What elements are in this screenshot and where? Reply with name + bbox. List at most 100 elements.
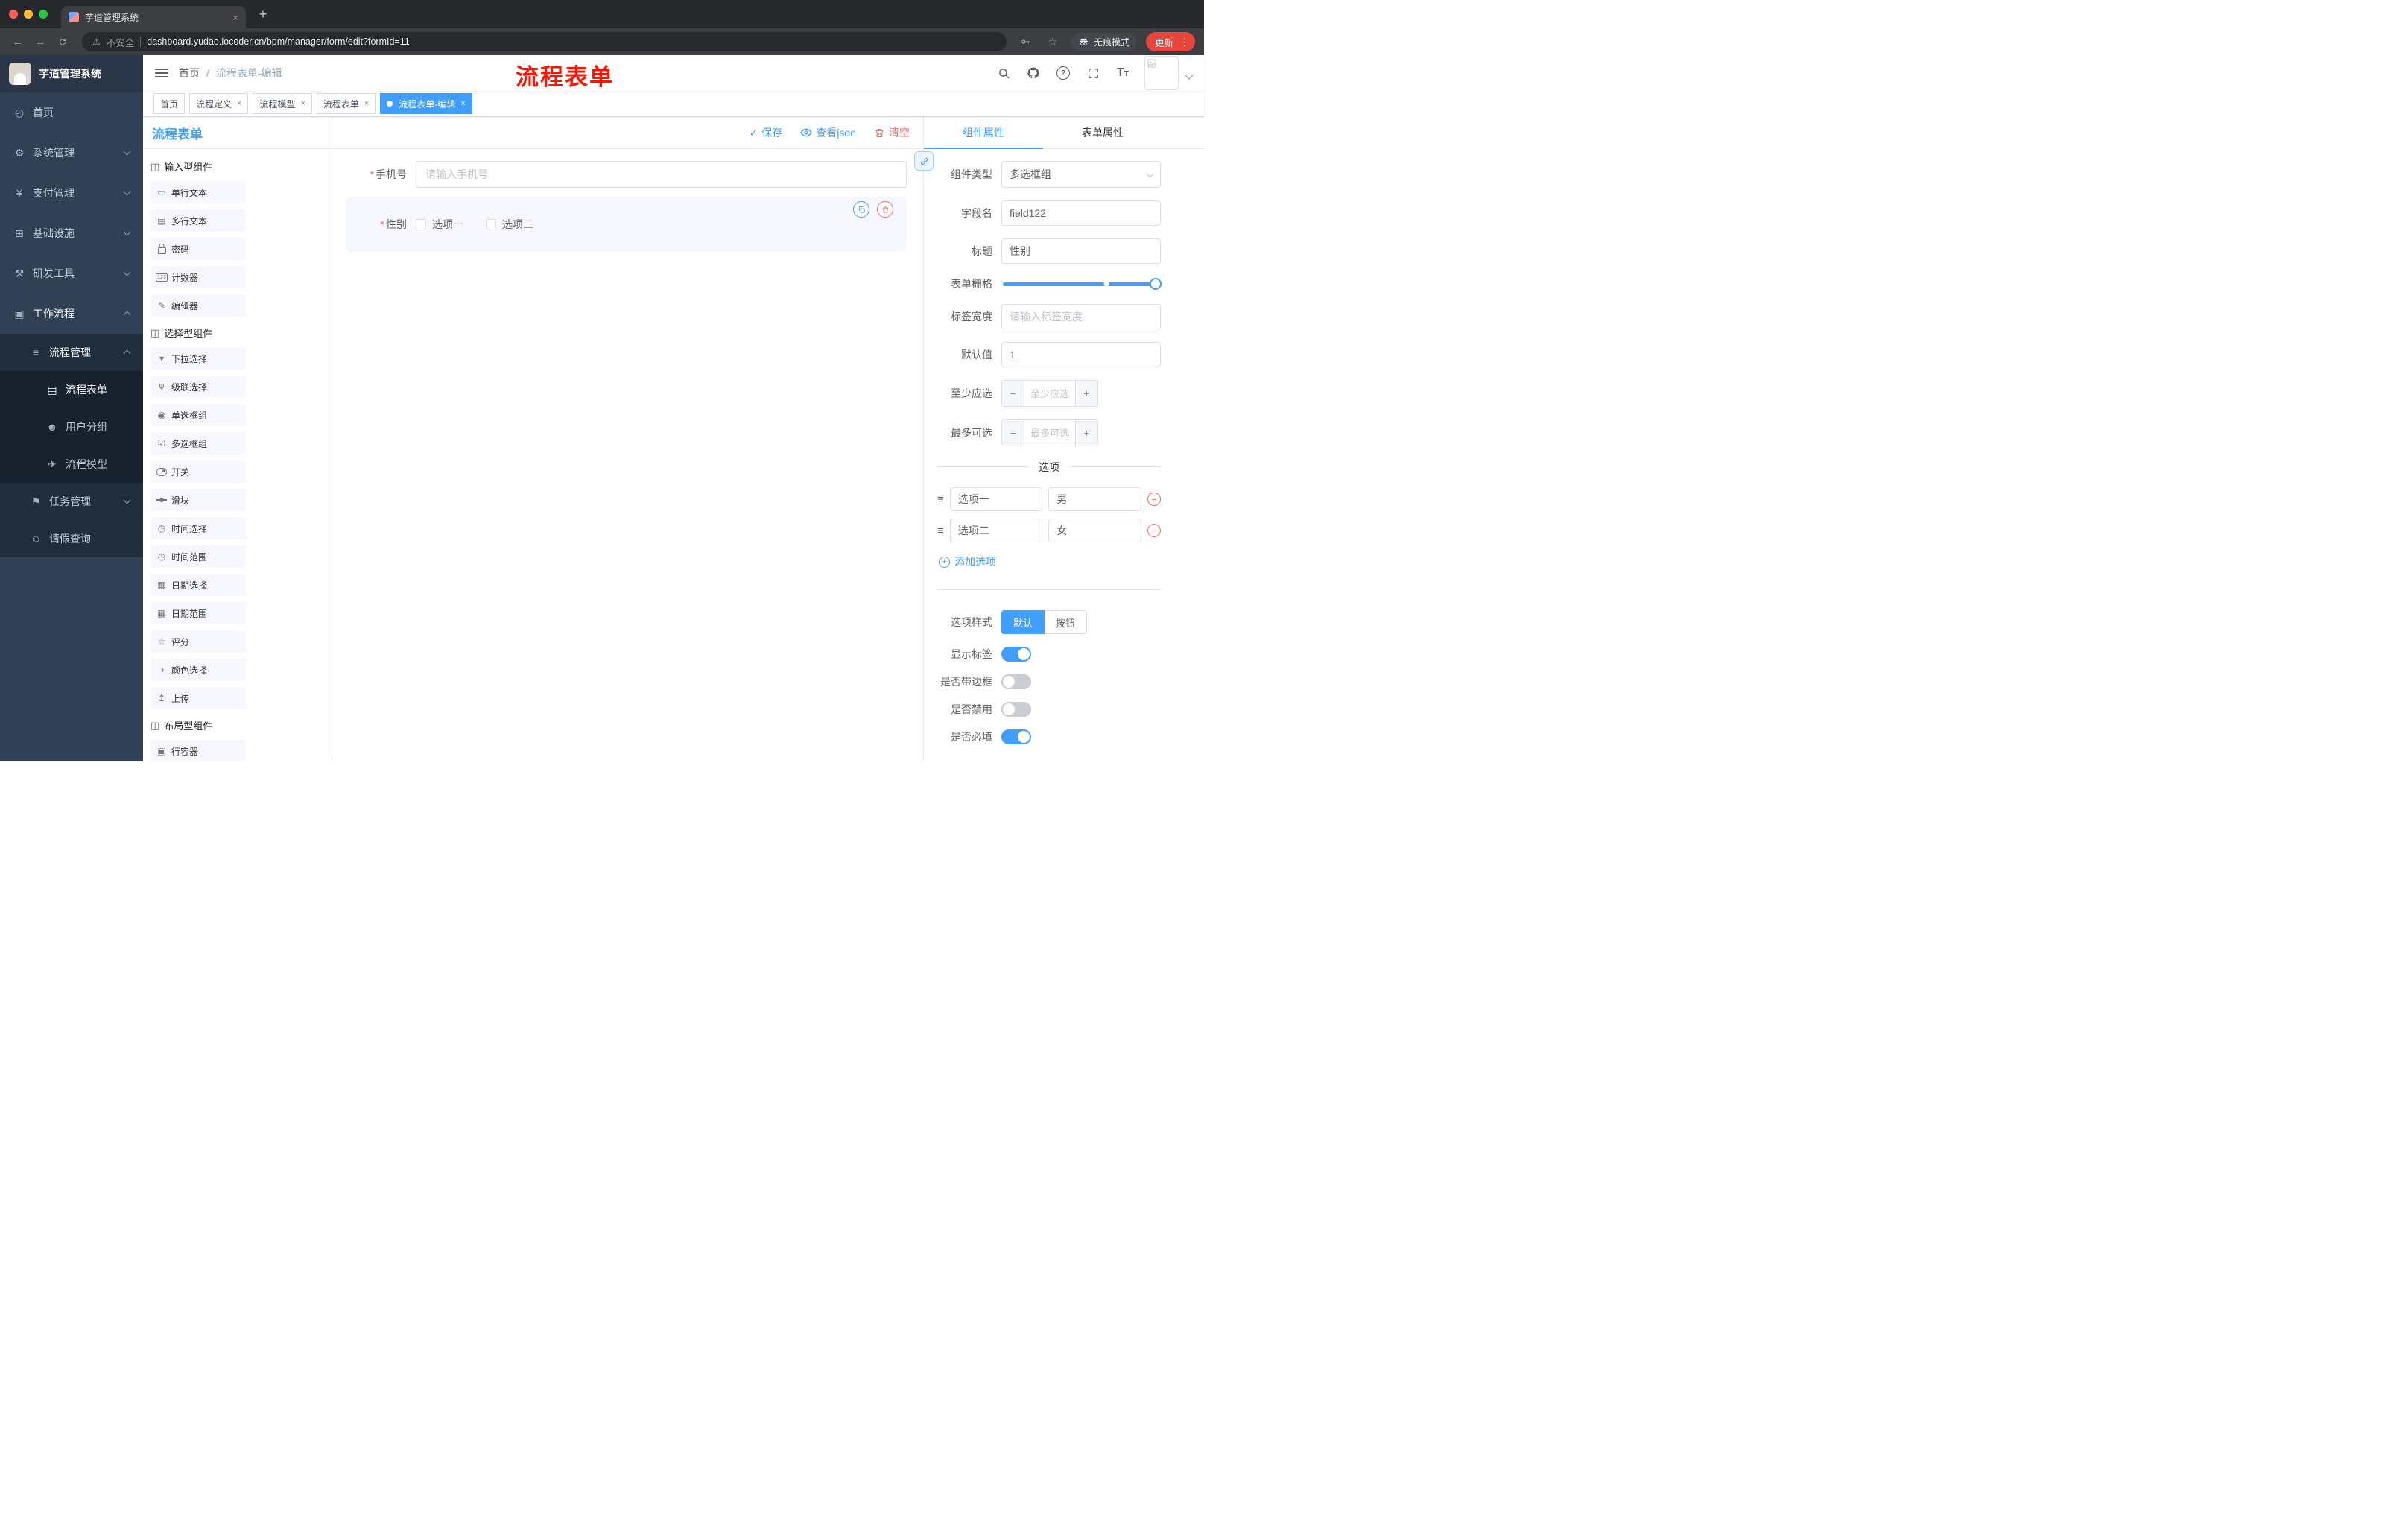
tag-process-form-edit[interactable]: 流程表单-编辑 × [380,93,472,114]
sidebar-item-process-model[interactable]: ✈ 流程模型 [0,446,143,483]
component-select[interactable]: ▾ 下拉选择 [150,347,246,370]
forward-icon[interactable]: → [31,33,49,51]
component-row-container[interactable]: ▣ 行容器 [150,740,246,762]
minimize-window-button[interactable] [24,10,33,19]
component-password[interactable]: 密码 [150,238,246,260]
option-2-label-input[interactable] [949,519,1043,542]
sidebar-item-process-form[interactable]: ▤ 流程表单 [0,371,143,408]
component-single-line-text[interactable]: ▭ 单行文本 [150,181,246,203]
option-2-value-input[interactable] [1048,519,1142,542]
component-time-range[interactable]: ◷ 时间范围 [150,545,246,568]
view-json-button[interactable]: 查看json [800,125,856,140]
close-icon[interactable]: × [364,99,369,108]
delete-field-button[interactable] [877,201,893,218]
option-1-label-input[interactable] [949,487,1043,511]
sidebar-item-home[interactable]: ◴ 首页 [0,92,143,133]
close-icon[interactable]: × [300,99,305,108]
save-button[interactable]: ✓ 保存 [750,125,783,140]
copy-field-button[interactable] [853,201,869,218]
sidebar-item-task-mgmt[interactable]: ⚑ 任务管理 [0,483,143,520]
browser-tab[interactable]: 芋道管理系统 × [61,6,246,28]
tag-process-form[interactable]: 流程表单 × [316,93,376,114]
default-value-input[interactable] [1001,342,1161,367]
form-canvas[interactable]: *手机号 *性别 [332,149,923,762]
minus-icon[interactable]: − [1002,381,1024,406]
gender-option-1-checkbox[interactable]: 选项一 [416,217,463,232]
remove-option-button[interactable]: − [1147,493,1162,506]
title-input[interactable] [1001,238,1161,264]
style-button-button[interactable]: 按钮 [1045,610,1088,634]
gender-option-2-checkbox[interactable]: 选项二 [486,217,533,232]
component-cascader[interactable]: ⋔ 级联选择 [150,376,246,398]
style-default-button[interactable]: 默认 [1001,610,1045,634]
component-rate[interactable]: ☆ 评分 [150,630,246,653]
required-toggle[interactable] [1001,729,1031,744]
component-date-picker[interactable]: ▦ 日期选择 [150,574,246,596]
close-icon[interactable]: × [460,99,465,108]
component-color-picker[interactable]: ◑ 颜色选择 [150,659,246,681]
star-icon[interactable]: ☆ [1044,33,1062,51]
option-1-value-input[interactable] [1048,487,1142,511]
reload-icon[interactable] [54,33,72,51]
back-icon[interactable]: ← [9,33,27,51]
show-label-toggle[interactable] [1001,647,1031,662]
canvas-field-gender-selected[interactable]: * 性别 选项一 选项二 [346,197,907,252]
sidebar-item-payment[interactable]: ¥ 支付管理 [0,173,143,213]
component-counter[interactable]: 123 计数器 [150,266,246,288]
component-radio-group[interactable]: ◉ 单选框组 [150,404,246,426]
kebab-icon[interactable]: ⋮ [1179,37,1189,47]
border-toggle[interactable] [1001,674,1031,689]
avatar-caret-icon[interactable] [1185,71,1194,80]
help-icon[interactable]: ? [1055,65,1071,81]
tag-home[interactable]: 首页 [153,93,186,114]
slider-handle[interactable] [1150,278,1162,290]
component-slider[interactable]: 滑块 [150,489,246,511]
disabled-toggle[interactable] [1001,702,1031,717]
github-icon[interactable] [1025,65,1042,81]
component-time-picker[interactable]: ◷ 时间选择 [150,517,246,539]
close-icon[interactable]: × [237,99,241,108]
minus-icon[interactable]: − [1002,420,1024,446]
close-window-button[interactable] [9,10,18,19]
component-editor[interactable]: ✎ 编辑器 [150,294,246,317]
component-checkbox-group[interactable]: ☑ 多选框组 [150,432,246,455]
avatar[interactable] [1144,56,1179,90]
tab-close-icon[interactable]: × [232,13,238,22]
phone-input[interactable] [416,161,907,188]
component-date-range[interactable]: ▦ 日期范围 [150,602,246,624]
min-select-input[interactable] [1024,381,1075,406]
url-bar[interactable]: ⚠ 不安全 dashboard.yudao.iocoder.cn/bpm/man… [82,32,1007,51]
component-textarea[interactable]: ▤ 多行文本 [150,209,246,232]
remove-option-button[interactable]: − [1147,524,1162,537]
canvas-field-phone[interactable]: * 手机号 [346,161,907,188]
fullscreen-icon[interactable] [1085,65,1101,81]
drag-handle-icon[interactable]: ≡ [937,494,944,505]
sidebar-item-process-mgmt[interactable]: ≡ 流程管理 [0,334,143,371]
incognito-badge[interactable]: 无痕模式 [1070,33,1137,51]
max-select-input[interactable] [1024,420,1075,446]
component-switch[interactable]: 开关 [150,460,246,483]
tab-form-props[interactable]: 表单属性 [1043,117,1162,148]
search-icon[interactable] [995,65,1012,81]
sidebar-item-workflow[interactable]: ▣ 工作流程 [0,294,143,334]
plus-icon[interactable]: + [1075,420,1097,446]
zoom-window-button[interactable] [39,10,48,19]
plus-icon[interactable]: + [1075,381,1097,406]
hamburger-icon[interactable] [155,69,168,77]
form-grid-slider[interactable] [1003,278,1162,290]
update-button[interactable]: 更新 ⋮ [1145,32,1195,51]
sidebar-item-infra[interactable]: ⊞ 基础设施 [0,213,143,253]
label-width-input[interactable] [1001,304,1161,329]
tag-process-model[interactable]: 流程模型 × [253,93,312,114]
breadcrumb-home[interactable]: 首页 [179,66,200,80]
sidebar-item-leave-query[interactable]: ☺ 请假查询 [0,520,143,557]
font-size-icon[interactable]: TT [1115,65,1131,81]
link-icon[interactable] [914,151,934,171]
component-type-select[interactable]: 多选框组 [1001,161,1161,188]
sidebar-item-devtools[interactable]: ⚒ 研发工具 [0,253,143,294]
sidebar-item-system[interactable]: ⚙ 系统管理 [0,133,143,173]
sidebar-item-user-group[interactable]: ☻ 用户分组 [0,408,143,446]
clear-button[interactable]: 清空 [874,125,910,140]
add-option-button[interactable]: + 添加选项 [939,554,1161,569]
new-tab-button[interactable]: + [253,4,273,24]
